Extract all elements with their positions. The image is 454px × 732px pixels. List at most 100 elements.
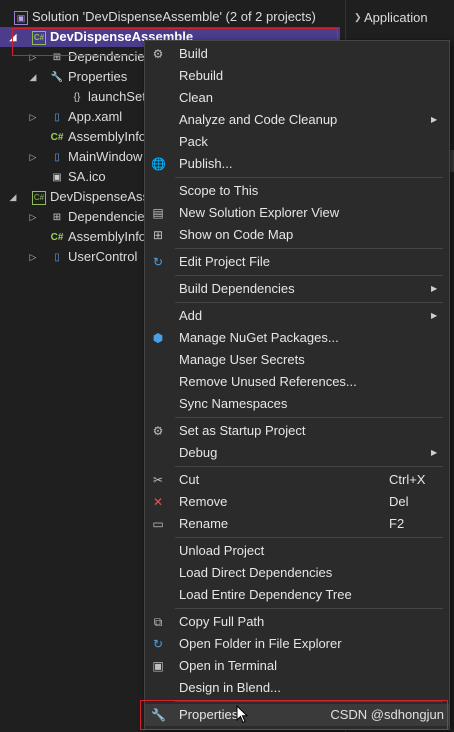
menu-item-new-view[interactable]: ▤ New Solution Explorer View — [145, 202, 449, 224]
solution-node[interactable]: ▣ Solution 'DevDispenseAssemble' (2 of 2 … — [14, 7, 316, 27]
menu-item-scope[interactable]: Scope to This — [145, 180, 449, 202]
menu-item-label: Build — [179, 46, 208, 61]
xaml-file-icon: ▯ — [54, 151, 60, 163]
menu-item-copy-path[interactable]: ⧉ Copy Full Path — [145, 611, 449, 633]
collapse-arrow-icon[interactable]: ▷ — [28, 107, 38, 127]
expand-arrow-icon[interactable]: ◢ — [8, 187, 18, 207]
ico-file-icon: ▣ — [52, 171, 62, 183]
tree-item-label: UserControl — [68, 249, 138, 264]
menu-item-sync-ns[interactable]: Sync Namespaces — [145, 393, 449, 415]
nuget-icon: ⬢ — [152, 331, 164, 345]
menu-item-code-map[interactable]: ⊞ Show on Code Map — [145, 224, 449, 246]
tree-item-label: AssemblyInfo — [68, 129, 147, 144]
dependencies-icon: ⊞ — [52, 211, 62, 223]
close-icon: ✕ — [152, 495, 164, 509]
menu-item-remove-refs[interactable]: Remove Unused References... — [145, 371, 449, 393]
tree-item-label: launchSet — [88, 89, 146, 104]
menu-separator — [175, 248, 443, 249]
menu-item-remove[interactable]: ✕ Remove Del — [145, 491, 449, 513]
menu-item-label: Load Direct Dependencies — [179, 565, 333, 580]
code-map-icon: ⊞ — [152, 228, 164, 242]
menu-separator — [175, 417, 443, 418]
tree-item-label: SA.ico — [68, 169, 106, 184]
menu-item-unload[interactable]: Unload Project — [145, 540, 449, 562]
shortcut-label: Del — [389, 494, 409, 509]
menu-item-clean[interactable]: Clean — [145, 87, 449, 109]
menu-item-nuget[interactable]: ⬢ Manage NuGet Packages... — [145, 327, 449, 349]
menu-separator — [175, 537, 443, 538]
watermark: CSDN @sdhongjun — [330, 707, 444, 722]
menu-item-label: Design in Blend... — [179, 680, 281, 695]
menu-item-load-direct[interactable]: Load Direct Dependencies — [145, 562, 449, 584]
menu-item-label: Show on Code Map — [179, 227, 294, 242]
menu-item-label: Clean — [179, 90, 213, 105]
menu-item-open-terminal[interactable]: ▣ Open in Terminal — [145, 655, 449, 677]
menu-item-label: Manage NuGet Packages... — [179, 330, 339, 345]
terminal-icon: ▣ — [152, 659, 164, 673]
menu-item-label: Add — [179, 308, 203, 323]
menu-item-pack[interactable]: Pack — [145, 131, 449, 153]
csharp-file-icon: C# — [50, 231, 64, 243]
menu-item-label: Cut — [179, 472, 200, 487]
mouse-cursor-icon — [236, 705, 249, 724]
refresh-arrow-icon: ↻ — [152, 637, 164, 651]
collapse-arrow-icon[interactable]: ▷ — [28, 247, 38, 267]
rename-icon: ▭ — [152, 517, 164, 531]
menu-item-debug[interactable]: Debug ▶ — [145, 442, 449, 464]
solution-icon: ▣ — [14, 10, 28, 25]
menu-item-label: Sync Namespaces — [179, 396, 288, 411]
tree-item-label: Properties — [68, 69, 128, 84]
tree-item-label: App.xaml — [68, 109, 123, 124]
menu-separator — [175, 608, 443, 609]
refresh-arrow-icon: ↻ — [152, 255, 164, 269]
menu-item-label: Manage User Secrets — [179, 352, 305, 367]
menu-item-label: Load Entire Dependency Tree — [179, 587, 352, 602]
menu-separator — [175, 302, 443, 303]
tree-item-label: Dependencie — [68, 209, 145, 224]
menu-item-label: Rename — [179, 516, 229, 531]
shortcut-label: F2 — [389, 516, 405, 531]
xaml-file-icon: ▯ — [54, 111, 60, 123]
menu-item-add[interactable]: Add ▶ — [145, 305, 449, 327]
menu-item-rename[interactable]: ▭ Rename F2 — [145, 513, 449, 535]
build-icon: ⚙ — [152, 47, 164, 61]
menu-item-rebuild[interactable]: Rebuild — [145, 65, 449, 87]
json-file-icon: {} — [73, 91, 81, 103]
menu-item-build-deps[interactable]: Build Dependencies ▶ — [145, 278, 449, 300]
project-label: DevDispenseAss — [50, 189, 149, 204]
menu-separator — [175, 177, 443, 178]
chevron-right-icon[interactable]: ❯ — [354, 12, 362, 23]
tree-item-label: MainWindow — [68, 149, 143, 164]
menu-item-load-tree[interactable]: Load Entire Dependency Tree — [145, 584, 449, 606]
submenu-arrow-icon: ▶ — [431, 115, 438, 124]
menu-separator — [175, 466, 443, 467]
new-window-icon: ▤ — [152, 206, 164, 220]
menu-item-label: Scope to This — [179, 183, 259, 198]
menu-item-label: Unload Project — [179, 543, 265, 558]
shortcut-label: Ctrl+X — [389, 472, 426, 487]
menu-item-startup[interactable]: ⚙ Set as Startup Project — [145, 420, 449, 442]
application-section-label[interactable]: Application — [364, 10, 428, 25]
solution-label: Solution 'DevDispenseAssemble' (2 of 2 p… — [32, 9, 316, 24]
expand-arrow-icon[interactable]: ◢ — [28, 67, 38, 87]
csharp-file-icon: C# — [50, 131, 64, 143]
wrench-folder-icon: 🔧 — [50, 71, 64, 83]
menu-item-label: Debug — [179, 445, 218, 460]
menu-item-edit-project[interactable]: ↻ Edit Project File — [145, 251, 449, 273]
menu-separator — [175, 275, 443, 276]
collapse-arrow-icon[interactable]: ▷ — [28, 147, 38, 167]
menu-item-label: Set as Startup Project — [179, 423, 306, 438]
menu-item-label: Open Folder in File Explorer — [179, 636, 342, 651]
scissors-icon: ✂ — [152, 473, 164, 487]
xaml-file-icon: ▯ — [54, 251, 60, 263]
menu-item-secrets[interactable]: Manage User Secrets — [145, 349, 449, 371]
menu-item-design-blend[interactable]: Design in Blend... — [145, 677, 449, 699]
submenu-arrow-icon: ▶ — [431, 311, 438, 320]
menu-item-label: Build Dependencies — [179, 281, 295, 296]
menu-item-analyze[interactable]: Analyze and Code Cleanup ▶ — [145, 109, 449, 131]
menu-item-publish[interactable]: 🌐 Publish... — [145, 153, 449, 175]
collapse-arrow-icon[interactable]: ▷ — [28, 207, 38, 227]
menu-item-build[interactable]: ⚙ Build — [145, 43, 449, 65]
menu-item-cut[interactable]: ✂ Cut Ctrl+X — [145, 469, 449, 491]
menu-item-open-folder[interactable]: ↻ Open Folder in File Explorer — [145, 633, 449, 655]
